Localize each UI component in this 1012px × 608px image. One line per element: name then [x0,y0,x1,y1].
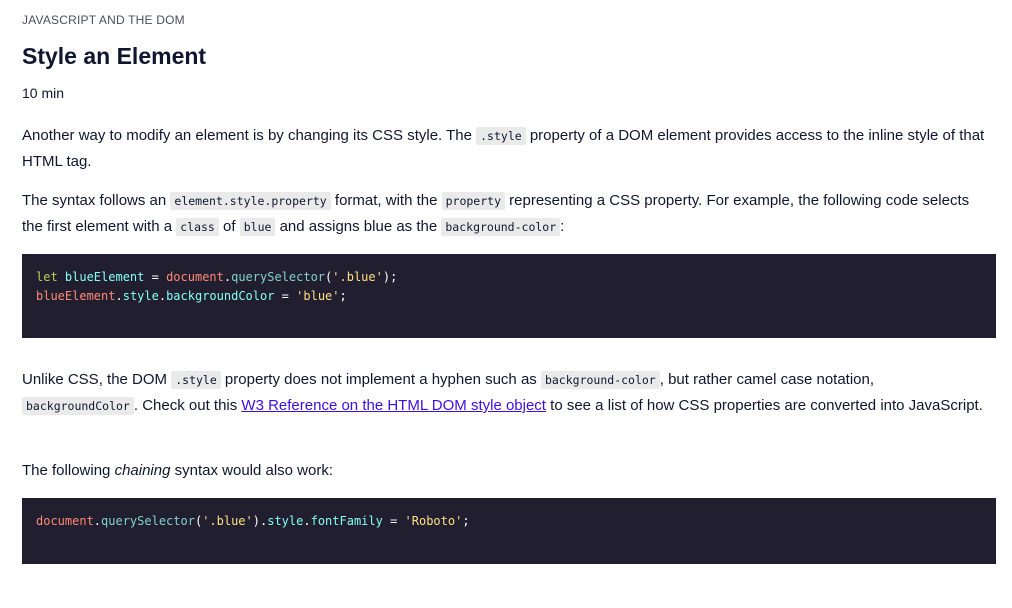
paragraph-2: The syntax follows an element.style.prop… [22,188,994,240]
p2-text-2: format, with the [330,192,442,209]
p2-text-4: of [218,218,240,235]
code-token: querySelector [101,514,195,528]
code-token: ) [252,514,260,528]
p4-text-2: syntax would also work: [170,462,334,479]
paragraph-1: Another way to modify an element is by c… [22,123,994,174]
code-token: = [274,289,297,303]
w3-reference-link[interactable]: W3 Reference on the HTML DOM style objec… [241,397,546,414]
code-token: . [93,514,102,528]
code-token: blueElement [57,270,145,284]
code-token: document [166,270,224,284]
inline-code-property: property [441,192,505,210]
p2-text-6: : [560,218,565,235]
code-token: '.blue' [202,514,253,528]
inline-code-style: .style [171,371,221,389]
code-block-2: document.querySelector('.blue').style.fo… [22,498,996,564]
page-title: Style an Element [22,43,207,69]
code-token: = [382,514,405,528]
code-token: ; [339,289,347,303]
code-token: . [303,514,311,528]
lesson-duration: 10 min [22,85,65,101]
p3-text-2: property does not implement a hyphen suc… [220,371,541,388]
code-token: let [36,270,58,284]
p1-text-1: Another way to modify an element is by c… [22,127,477,144]
code-token: ); [382,270,398,284]
code-token: . [115,289,123,303]
code-token: document [36,514,94,528]
code-line-2: blueElement.style.backgroundColor = 'blu… [36,287,982,306]
code-token: blueElement [36,289,116,303]
code-line-1: document.querySelector('.blue').style.fo… [36,512,982,531]
code-token: ; [462,514,470,528]
p3-text-1: Unlike CSS, the DOM [22,371,172,388]
inline-code-class: class [176,218,219,236]
p3-text-3: , but rather camel case notation, [659,371,875,388]
code-token: 'Roboto' [404,514,463,528]
code-token: . [158,289,167,303]
inline-code-blue: blue [239,218,276,236]
inline-code-background-color: background-color [540,371,660,389]
code-line-1: let blueElement = document.querySelector… [36,268,982,287]
code-token: 'blue' [296,289,340,303]
p3-text-5: to see a list of how CSS properties are … [545,397,983,414]
inline-code-background-color: background-color [441,218,561,236]
code-token: '.blue' [332,270,383,284]
inline-code-element-style-property: element.style.property [170,192,331,210]
paragraph-4: The following chaining syntax would also… [22,458,994,483]
code-token: style [122,289,159,303]
p2-text-5: and assigns blue as the [275,218,442,235]
course-eyebrow: JAVASCRIPT AND THE DOM [22,13,185,27]
p4-text-1: The following [22,462,115,479]
inline-code-style: .style [476,127,526,145]
code-token: backgroundColor [166,289,275,303]
inline-code-backgroundcolor: backgroundColor [22,397,134,415]
code-token: querySelector [231,270,326,284]
code-block-1: let blueElement = document. querySelector… [22,254,996,338]
p3-text-4: . Check out this [133,397,242,414]
p2-text-1: The syntax follows an [22,192,171,209]
code-token: fontFamily [310,514,383,528]
code-token: = [144,270,167,284]
emphasis-chaining: chaining [114,462,171,479]
paragraph-3: Unlike CSS, the DOM .style property does… [22,367,994,419]
code-token: style [267,514,304,528]
